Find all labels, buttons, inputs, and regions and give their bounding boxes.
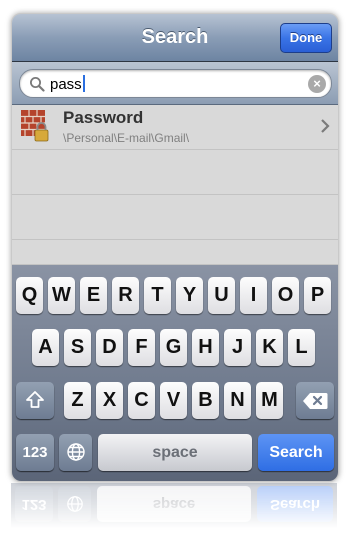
key-i[interactable]: I — [240, 277, 267, 314]
list-item[interactable]: Password \Personal\E-mail\Gmail\ — [12, 105, 338, 150]
key-n[interactable]: N — [224, 382, 251, 419]
backspace-key[interactable] — [296, 382, 334, 419]
numbers-key[interactable]: 123 — [16, 434, 54, 471]
key-s[interactable]: S — [64, 329, 91, 366]
empty-row — [12, 240, 338, 265]
key-z[interactable]: Z — [64, 382, 91, 419]
reflection-space-key: space — [97, 486, 251, 522]
reflection-globe-key — [58, 486, 91, 522]
globe-icon — [66, 496, 83, 512]
key-o[interactable]: O — [272, 277, 299, 314]
key-u[interactable]: U — [208, 277, 235, 314]
locked-brick-wall-icon — [21, 110, 49, 142]
key-x[interactable]: X — [96, 382, 123, 419]
key-v[interactable]: V — [160, 382, 187, 419]
reflection-search-key: Search — [257, 486, 333, 522]
space-key[interactable]: space — [98, 434, 252, 471]
text-caret — [82, 75, 85, 92]
done-button[interactable]: Done — [280, 23, 332, 53]
phone-screen: Search Done pass × Password \Personal\E-… — [11, 13, 339, 482]
key-d[interactable]: D — [96, 329, 123, 366]
backspace-icon — [303, 393, 328, 409]
search-key[interactable]: Search — [258, 434, 334, 471]
key-c[interactable]: C — [128, 382, 155, 419]
search-input[interactable]: pass × — [19, 69, 332, 98]
search-icon — [30, 77, 45, 92]
key-q[interactable]: Q — [16, 277, 43, 314]
key-l[interactable]: L — [288, 329, 315, 366]
key-y[interactable]: Y — [176, 277, 203, 314]
results-list: Password \Personal\E-mail\Gmail\ — [12, 105, 338, 265]
screen-reflection: 123 space Search — [11, 483, 337, 543]
key-h[interactable]: H — [192, 329, 219, 366]
globe-icon — [66, 443, 85, 461]
key-g[interactable]: G — [160, 329, 187, 366]
chevron-right-icon — [321, 119, 330, 133]
key-b[interactable]: B — [192, 382, 219, 419]
search-query: pass — [50, 75, 85, 93]
key-f[interactable]: F — [128, 329, 155, 366]
key-e[interactable]: E — [80, 277, 107, 314]
shift-icon — [26, 391, 44, 408]
result-title: Password — [63, 108, 144, 127]
keyboard: Q W E R T Y U I O P A S D F G H J K L Z … — [12, 265, 338, 481]
key-r[interactable]: R — [112, 277, 139, 314]
key-a[interactable]: A — [32, 329, 59, 366]
key-m[interactable]: M — [256, 382, 283, 419]
globe-key[interactable] — [59, 434, 92, 471]
key-w[interactable]: W — [48, 277, 75, 314]
clear-icon[interactable]: × — [308, 75, 326, 93]
reflection-numbers-key: 123 — [15, 486, 53, 522]
key-t[interactable]: T — [144, 277, 171, 314]
reflection-content: 123 space Search — [11, 483, 337, 528]
empty-row — [12, 150, 338, 195]
navigation-bar: Search Done — [12, 14, 338, 62]
shift-key[interactable] — [16, 382, 54, 419]
key-k[interactable]: K — [256, 329, 283, 366]
result-path: \Personal\E-mail\Gmail\ — [63, 131, 190, 145]
key-p[interactable]: P — [304, 277, 331, 314]
search-bar: pass × — [12, 62, 338, 105]
empty-row — [12, 195, 338, 240]
key-j[interactable]: J — [224, 329, 251, 366]
